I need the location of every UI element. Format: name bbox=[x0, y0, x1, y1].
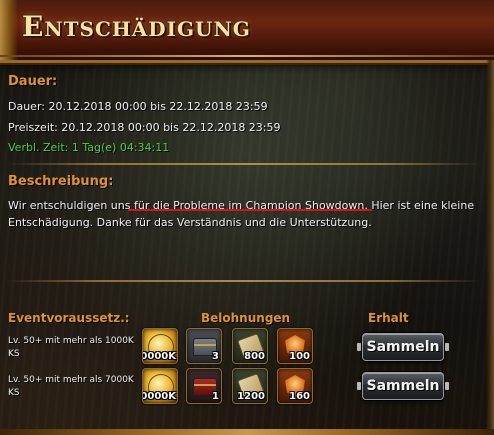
reward-slot[interactable]: 100 bbox=[277, 328, 313, 364]
divider bbox=[6, 280, 482, 282]
window-title: Entschädigung bbox=[22, 10, 251, 43]
reward-slot[interactable]: 800 bbox=[232, 328, 268, 364]
description-heading: Beschreibung: bbox=[8, 174, 114, 189]
rewards-column-header: Belohnungen bbox=[201, 311, 291, 325]
frame-edge bbox=[486, 60, 494, 435]
received-column-header: Erhalt bbox=[368, 311, 409, 325]
reward-count: 1200 bbox=[237, 391, 265, 402]
reward-count: 40000K bbox=[143, 391, 176, 402]
collect-button[interactable]: Sammeln bbox=[357, 372, 449, 400]
price-time-line: Preiszeit: 20.12.2018 00:00 bis 22.12.20… bbox=[8, 121, 281, 134]
reward-count: 3 bbox=[212, 351, 219, 362]
bottom-border bbox=[0, 429, 494, 435]
reward-slot[interactable]: 40000K bbox=[142, 368, 178, 404]
compensation-window: Entschädigung Dauer: Dauer: 20.12.2018 0… bbox=[0, 0, 494, 435]
reward-count: 160 bbox=[289, 391, 310, 402]
duration-line: Dauer: 20.12.2018 00:00 bis 22.12.2018 2… bbox=[8, 100, 268, 113]
reward-slot[interactable]: 3 bbox=[186, 328, 222, 364]
reward-slot[interactable]: 1200 bbox=[232, 368, 268, 404]
description-text: Wir entschuldigen uns für die Probleme i… bbox=[8, 199, 475, 229]
requirement-label: Lv. 50+ mit mehr als 7000K KS bbox=[8, 375, 134, 398]
annotation-underline bbox=[128, 209, 372, 211]
collect-button[interactable]: Sammeln bbox=[357, 333, 449, 361]
reward-count: 1 bbox=[212, 391, 219, 402]
reward-slot[interactable]: 1 bbox=[186, 368, 222, 404]
corner-ornament bbox=[0, 0, 18, 60]
reward-count: 100 bbox=[289, 351, 310, 362]
reward-count: 800 bbox=[244, 351, 265, 362]
reward-slot[interactable]: 20000K bbox=[142, 328, 178, 364]
duration-heading: Dauer: bbox=[8, 74, 58, 89]
remaining-time-line: Verbl. Zeit: 1 Tag(e) 04:34:11 bbox=[8, 141, 170, 154]
title-banner: Entschädigung bbox=[0, 0, 494, 63]
divider bbox=[6, 163, 482, 165]
reward-slot[interactable]: 160 bbox=[277, 368, 313, 404]
reward-count: 20000K bbox=[143, 351, 176, 362]
requirement-label: Lv. 50+ mit mehr als 1000K KS bbox=[8, 336, 134, 359]
requirement-column-header: Eventvoraussetz.: bbox=[8, 311, 130, 325]
